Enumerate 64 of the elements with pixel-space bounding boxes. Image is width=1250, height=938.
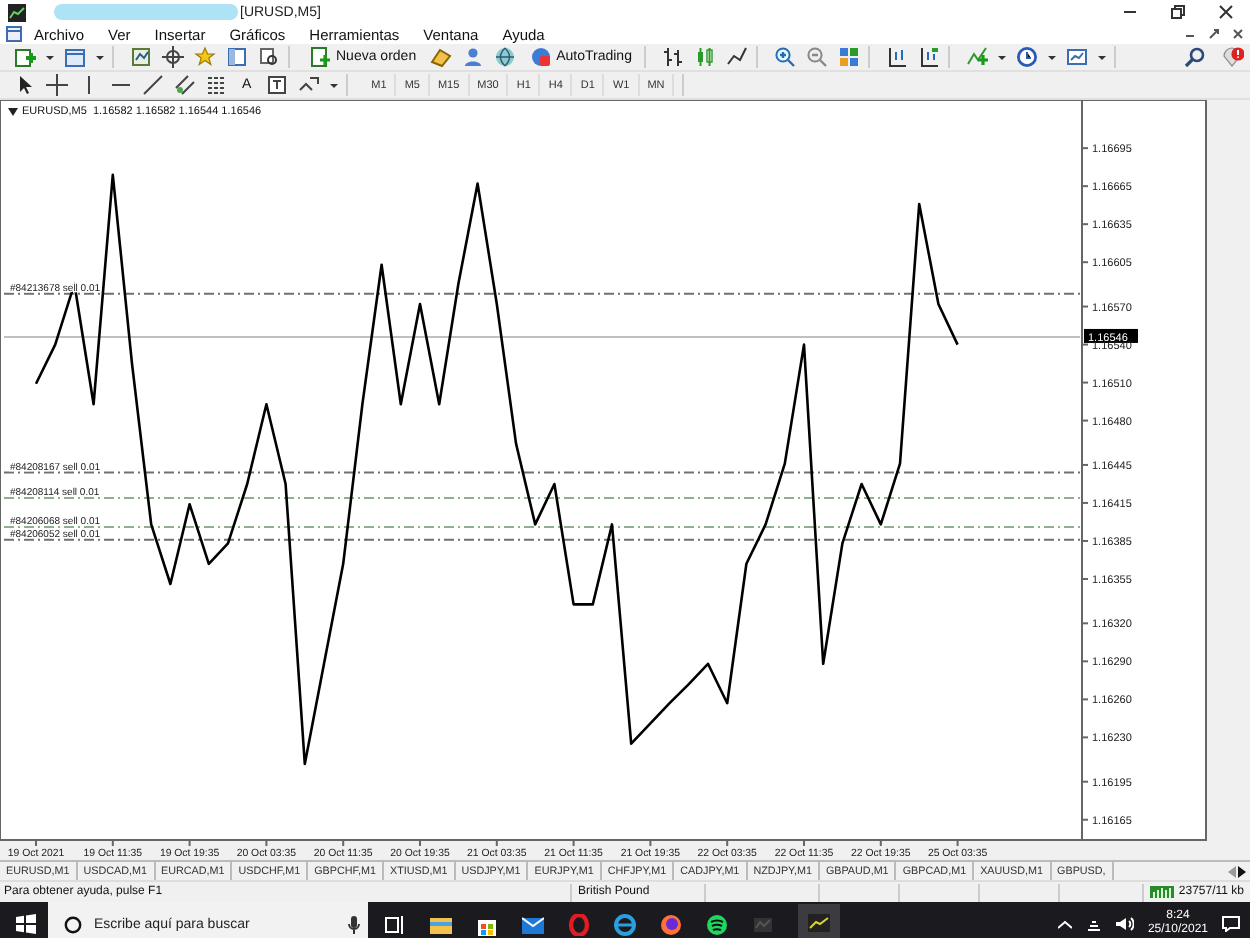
chart-window-icon xyxy=(6,26,22,42)
caret-icon[interactable] xyxy=(96,53,104,61)
auto-scroll-icon[interactable] xyxy=(917,46,940,68)
e-letter-icon[interactable] xyxy=(614,913,636,935)
restore-icon[interactable] xyxy=(1170,4,1186,20)
caret-icon[interactable] xyxy=(329,81,338,89)
windows-logo-icon[interactable] xyxy=(16,914,36,934)
caret-icon[interactable] xyxy=(1097,53,1106,61)
person-icon[interactable] xyxy=(462,46,485,68)
order-line[interactable] xyxy=(3,538,1081,541)
navigator-icon[interactable] xyxy=(226,46,248,68)
caret-icon[interactable] xyxy=(1047,53,1056,61)
search-icon[interactable] xyxy=(1184,46,1206,68)
fibonacci-icon[interactable] xyxy=(206,74,228,96)
close-icon[interactable] xyxy=(1218,4,1234,20)
tile-windows-icon[interactable] xyxy=(837,46,860,68)
crosshair-icon[interactable] xyxy=(46,74,68,96)
crosshair-icon[interactable] xyxy=(162,46,184,68)
notification-center-icon[interactable] xyxy=(1222,916,1240,932)
candlestick-icon[interactable] xyxy=(693,46,716,68)
cursor-icon[interactable] xyxy=(14,74,36,96)
chart-app-icon xyxy=(808,913,830,931)
data-window-icon[interactable] xyxy=(258,46,280,68)
star-icon[interactable] xyxy=(194,46,216,68)
order-line[interactable] xyxy=(3,292,1081,295)
order-line[interactable] xyxy=(3,526,1081,528)
close-icon[interactable] xyxy=(1232,28,1244,40)
volume-icon[interactable] xyxy=(1115,916,1134,932)
order-line[interactable] xyxy=(3,471,1081,474)
line-chart-icon[interactable] xyxy=(725,46,748,68)
app-icon xyxy=(8,3,26,21)
new-chart-icon[interactable] xyxy=(14,46,36,68)
notification-icon[interactable] xyxy=(1222,46,1244,68)
channel-icon[interactable] xyxy=(174,74,196,96)
indicator-icon[interactable] xyxy=(965,46,988,68)
shapes-icon[interactable] xyxy=(297,74,320,96)
folder-icon[interactable] xyxy=(430,913,452,935)
caret-icon[interactable] xyxy=(997,53,1006,61)
order-line[interactable] xyxy=(3,496,1081,499)
caret-icon[interactable] xyxy=(46,53,54,61)
clock-icon[interactable] xyxy=(1015,46,1038,68)
ring-o-icon[interactable] xyxy=(568,913,590,935)
scroll-right-icon[interactable] xyxy=(1238,865,1246,877)
task-view-icon[interactable] xyxy=(384,913,406,935)
zoom-out-icon[interactable] xyxy=(805,46,828,68)
sound-waves-icon[interactable] xyxy=(706,913,728,935)
microphone-icon xyxy=(348,915,360,933)
dropdown-triangle-icon[interactable] xyxy=(8,108,18,116)
bar-chart-icon[interactable] xyxy=(661,46,684,68)
template-icon[interactable] xyxy=(1065,46,1088,68)
chart-shift-icon[interactable] xyxy=(885,46,908,68)
mail-icon[interactable] xyxy=(522,913,544,935)
zoom-in-icon[interactable] xyxy=(773,46,796,68)
chevron-up-icon[interactable] xyxy=(1057,919,1072,929)
window-icon[interactable] xyxy=(64,46,86,68)
trendline-icon[interactable] xyxy=(142,74,164,96)
search-circle-icon xyxy=(64,915,82,933)
globe-icon[interactable] xyxy=(494,46,517,68)
chart-grid-icon[interactable] xyxy=(130,46,152,68)
restore-icon[interactable] xyxy=(1208,28,1220,40)
connection-bars-icon xyxy=(1150,886,1175,898)
text-label-icon[interactable] xyxy=(265,74,288,96)
active-app-tile[interactable] xyxy=(798,903,840,938)
network-icon[interactable] xyxy=(1085,916,1102,932)
